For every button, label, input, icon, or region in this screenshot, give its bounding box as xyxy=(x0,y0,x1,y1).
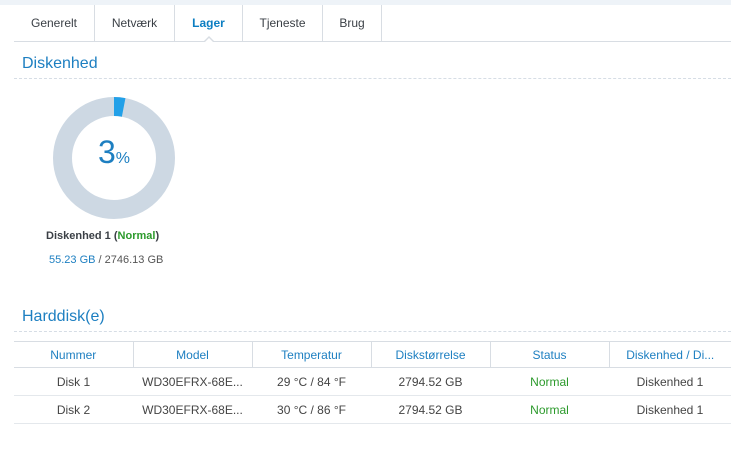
disk-section-divider xyxy=(14,331,731,332)
tab-bar: Generelt Netværk Lager Tjeneste Brug xyxy=(14,5,731,43)
disk-size: 2794.52 GB xyxy=(371,395,490,424)
tab-brug[interactable]: Brug xyxy=(323,5,382,41)
volume-name-label: Diskenhed 1 (Normal) xyxy=(46,230,160,242)
volume-section-divider xyxy=(14,78,731,79)
column-header-volume[interactable]: Diskenhed / Di... xyxy=(609,341,731,368)
disk-temperature: 29 °C / 84 °F xyxy=(252,367,371,396)
tab-tjeneste[interactable]: Tjeneste xyxy=(243,5,323,41)
column-header-model[interactable]: Model xyxy=(133,341,253,368)
disk-size: 2794.52 GB xyxy=(371,367,490,396)
tab-lager[interactable]: Lager xyxy=(175,5,243,43)
volume-status: Normal xyxy=(117,230,156,242)
column-header-temperature[interactable]: Temperatur xyxy=(252,341,372,368)
volume-section-title: Diskenhed xyxy=(22,55,98,72)
disk-temperature: 30 °C / 86 °F xyxy=(252,395,371,424)
disk-table: Nummer Model Temperatur Diskstørrelse St… xyxy=(14,341,731,424)
column-header-number[interactable]: Nummer xyxy=(14,341,134,368)
usage-percent-unit: % xyxy=(115,150,131,167)
volume-total: 2746.13 GB xyxy=(104,254,164,266)
disk-number: Disk 2 xyxy=(14,395,133,424)
tab-netvaerk[interactable]: Netværk xyxy=(95,5,175,41)
column-header-status[interactable]: Status xyxy=(490,341,610,368)
disk-number: Disk 1 xyxy=(14,367,133,396)
column-header-size[interactable]: Diskstørrelse xyxy=(371,341,491,368)
disk-table-header: Nummer Model Temperatur Diskstørrelse St… xyxy=(14,341,731,368)
disk-status: Normal xyxy=(490,395,609,424)
disk-volume: Diskenhed 1 xyxy=(609,367,731,396)
table-row[interactable]: Disk 1 WD30EFRX-68E... 29 °C / 84 °F 279… xyxy=(14,367,731,396)
volume-used: 55.23 GB xyxy=(49,254,96,266)
gauge-value: 3% xyxy=(52,134,176,171)
disk-model: WD30EFRX-68E... xyxy=(133,367,252,396)
tab-generelt[interactable]: Generelt xyxy=(14,5,95,41)
volume-name: Diskenhed 1 xyxy=(46,230,111,242)
disk-model: WD30EFRX-68E... xyxy=(133,395,252,424)
usage-percent-number: 3 xyxy=(97,134,116,170)
table-row[interactable]: Disk 2 WD30EFRX-68E... 30 °C / 86 °F 279… xyxy=(14,395,731,424)
disk-status: Normal xyxy=(490,367,609,396)
volume-capacity: 55.23 GB / 2746.13 GB xyxy=(49,254,163,266)
volume-size-separator: / xyxy=(95,254,105,266)
disk-volume: Diskenhed 1 xyxy=(609,395,731,424)
disk-section-title: Harddisk(e) xyxy=(22,308,105,325)
